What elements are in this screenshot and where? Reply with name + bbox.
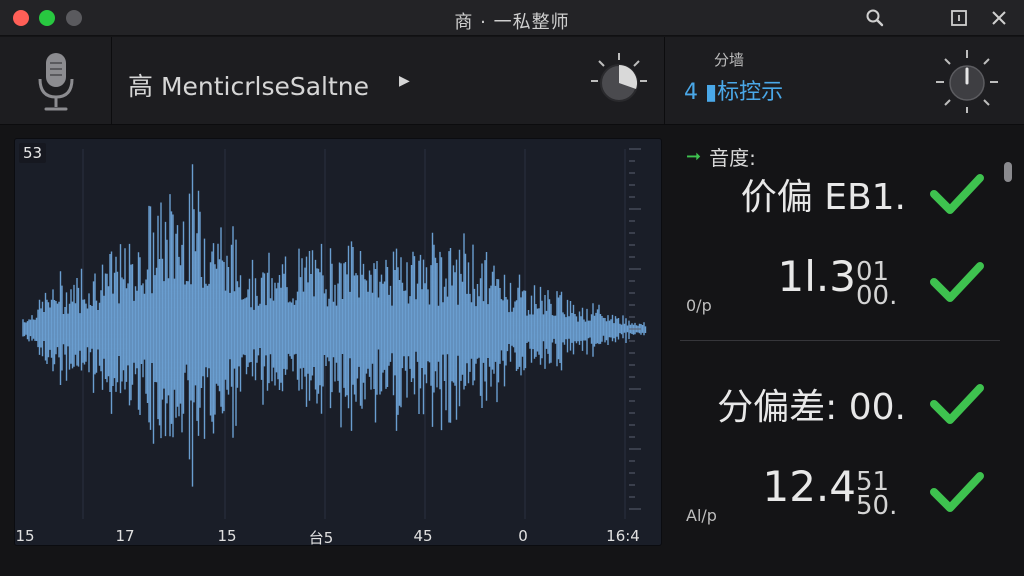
mic-button[interactable] bbox=[0, 37, 112, 125]
knob-icon[interactable] bbox=[934, 49, 1000, 115]
toolbar: 高 MenticrlseSaltne ▶ 分墙 4 ▮标控示 bbox=[0, 37, 1024, 125]
play-arrow-icon[interactable]: ▶ bbox=[399, 73, 410, 89]
waveform-graph[interactable] bbox=[15, 139, 663, 547]
waveform-panel[interactable]: 53 15 17 15 台5 45 0 16:4 bbox=[14, 138, 663, 547]
waveform-badge: 53 bbox=[19, 143, 47, 163]
x-axis-label: 0 bbox=[518, 527, 528, 545]
x-axis-label: 17 bbox=[115, 527, 135, 545]
search-icon[interactable] bbox=[864, 7, 886, 29]
title-bar: 商 · 一私整师 bbox=[0, 0, 1024, 36]
knob-icon[interactable] bbox=[589, 51, 649, 111]
waveform-trace bbox=[22, 164, 647, 487]
metric-row: 12.4 51 50. Al/p bbox=[668, 462, 1024, 525]
x-axis-label: 15 bbox=[217, 527, 237, 545]
metric-value: 分偏差: 00. bbox=[717, 387, 906, 428]
x-axis-label: 台5 bbox=[308, 529, 334, 547]
x-axis-label: 15 bbox=[15, 527, 35, 545]
metric-unit: Al/p bbox=[686, 506, 717, 525]
source-name: 高 MenticrlseSaltne bbox=[128, 72, 370, 101]
metric-row: 价偏 EB1. bbox=[668, 164, 1024, 224]
metric-row: 分偏差: 00. bbox=[668, 374, 1024, 434]
check-icon bbox=[930, 472, 984, 512]
metric-fraction-bottom: 00. bbox=[856, 281, 898, 311]
close-icon[interactable] bbox=[988, 7, 1010, 29]
x-axis-label: 16:4 bbox=[606, 527, 640, 545]
divider bbox=[680, 340, 1000, 341]
x-axis-label: 45 bbox=[413, 527, 433, 545]
metric-fraction: 51 50. bbox=[856, 469, 906, 521]
mic-icon bbox=[38, 53, 73, 111]
metric-value: 12.4 bbox=[762, 462, 856, 511]
metric-fraction-bottom: 50. bbox=[856, 491, 898, 521]
metrics-panel: ➞ 音度: 价偏 EB1. 1l.3 01 00. 0/p 分偏差: 00. 1… bbox=[668, 126, 1024, 576]
mode-selector[interactable]: 分墙 4 ▮标控示 bbox=[666, 37, 1024, 125]
window-icon[interactable] bbox=[948, 7, 970, 29]
source-selector[interactable]: 高 MenticrlseSaltne ▶ bbox=[113, 37, 665, 125]
check-icon bbox=[930, 384, 984, 424]
metric-row: 1l.3 01 00. 0/p bbox=[668, 252, 1024, 315]
metric-value: 价偏 EB1. bbox=[740, 177, 906, 218]
mode-value: 4 ▮标控示 bbox=[684, 80, 784, 105]
metric-unit: 0/p bbox=[686, 296, 712, 315]
check-icon bbox=[930, 262, 984, 302]
mode-label: 分墙 bbox=[714, 51, 745, 69]
metric-fraction: 01 00. bbox=[856, 259, 906, 311]
metric-value: 1l.3 bbox=[777, 252, 856, 301]
check-icon bbox=[930, 174, 984, 214]
